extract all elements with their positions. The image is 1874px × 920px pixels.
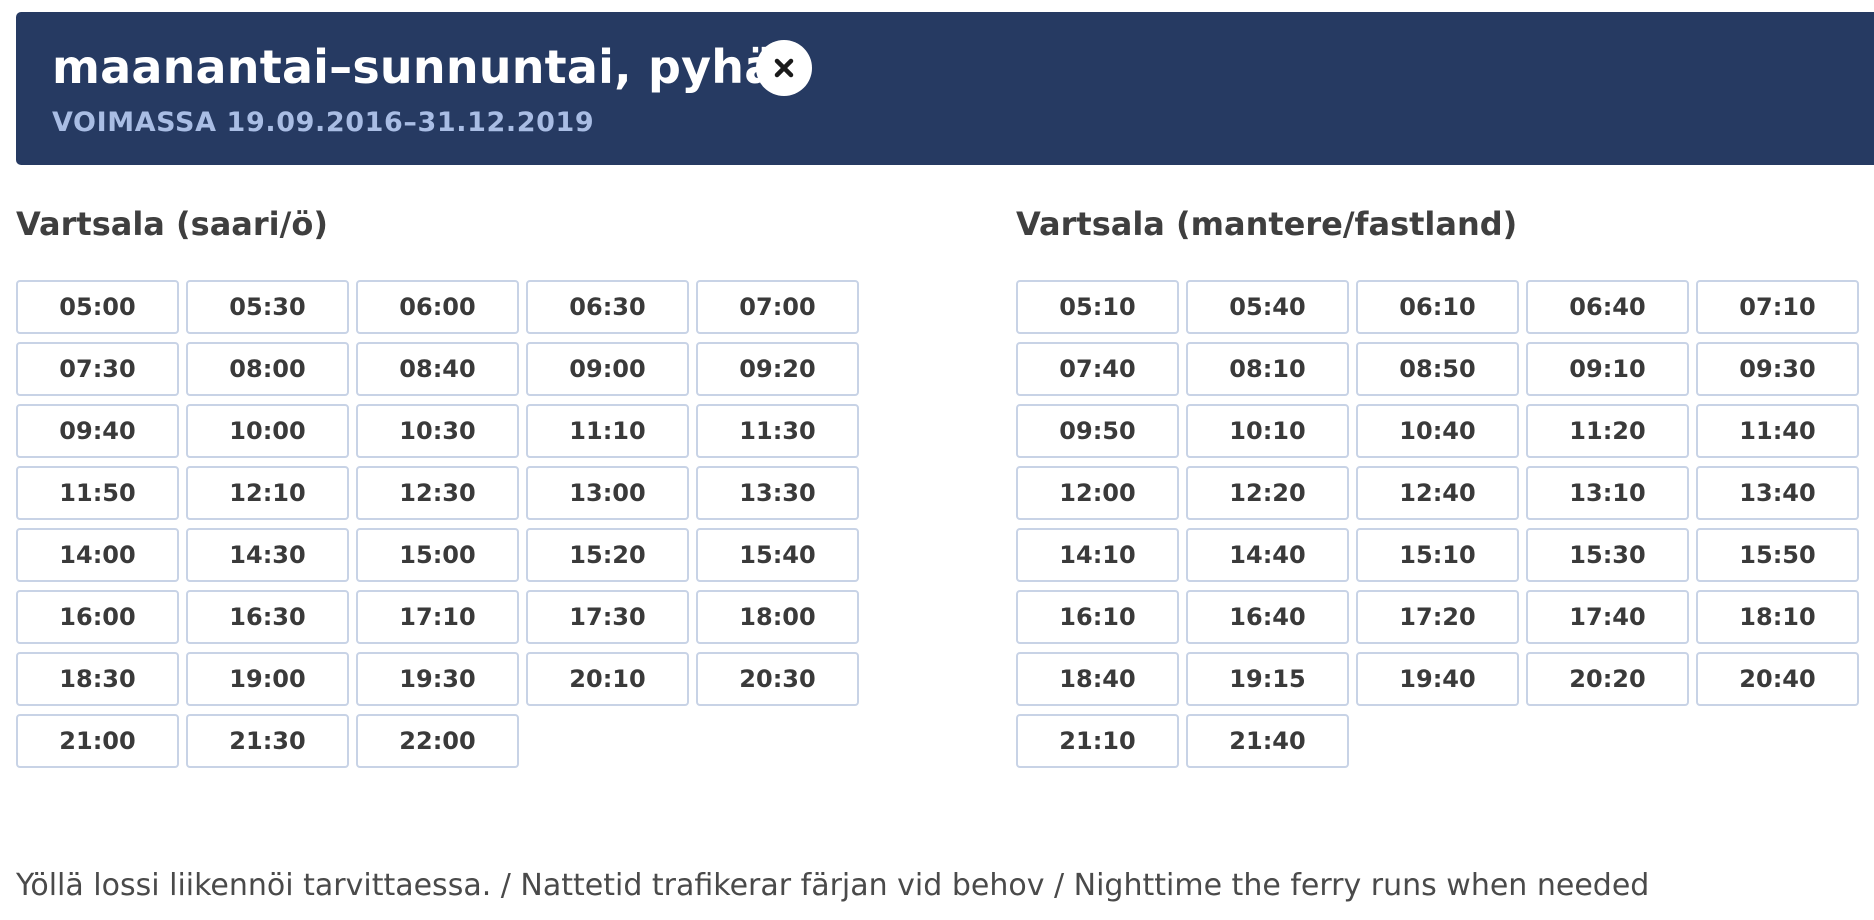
departure-time-button[interactable]: 05:00 [16,280,179,334]
departure-time-button[interactable]: 09:40 [16,404,179,458]
departure-time-button[interactable]: 18:40 [1016,652,1179,706]
departure-time-button[interactable]: 06:10 [1356,280,1519,334]
departure-time-button[interactable]: 12:00 [1016,466,1179,520]
departure-time-button[interactable]: 11:50 [16,466,179,520]
departure-time-button[interactable]: 06:40 [1526,280,1689,334]
departure-time-button[interactable]: 05:40 [1186,280,1349,334]
departure-time-button[interactable]: 21:10 [1016,714,1179,768]
departure-time-button[interactable]: 09:50 [1016,404,1179,458]
departure-time-button[interactable]: 11:10 [526,404,689,458]
departure-time-button[interactable]: 16:30 [186,590,349,644]
departure-time-button[interactable]: 10:10 [1186,404,1349,458]
departure-time-button[interactable]: 18:00 [696,590,859,644]
departure-time-button[interactable]: 13:10 [1526,466,1689,520]
departure-grid-island: 05:00 05:30 06:00 06:30 07:00 07:30 08:00 08:40… [16,280,859,768]
departure-grid-mainland: 05:10 05:40 06:10 06:40 07:10 07:40 08:10 08:50… [1016,280,1859,768]
departure-time-button[interactable]: 09:20 [696,342,859,396]
departure-time-button[interactable]: 17:40 [1526,590,1689,644]
departure-time-button[interactable]: 07:40 [1016,342,1179,396]
departure-time-button[interactable]: 10:00 [186,404,349,458]
departure-time-button[interactable]: 14:00 [16,528,179,582]
departure-time-button[interactable]: 16:10 [1016,590,1179,644]
departure-time-button[interactable]: 15:40 [696,528,859,582]
close-button[interactable] [756,40,812,96]
departure-time-button[interactable]: 14:10 [1016,528,1179,582]
schedule-header: maanantai–sunnuntai, pyhät VOIMASSA 19.0… [16,12,1874,165]
departure-time-button[interactable]: 08:10 [1186,342,1349,396]
departure-time-button[interactable]: 07:10 [1696,280,1859,334]
departures-island: Vartsala (saari/ö) 05:00 05:30 06:00 06:30 0… [16,200,859,768]
departure-time-button[interactable]: 08:50 [1356,342,1519,396]
departure-time-button[interactable]: 09:00 [526,342,689,396]
departure-time-button[interactable]: 20:40 [1696,652,1859,706]
departure-time-button[interactable]: 08:40 [356,342,519,396]
departure-time-button[interactable]: 13:40 [1696,466,1859,520]
departure-time-button[interactable]: 13:00 [526,466,689,520]
departure-time-button[interactable]: 21:00 [16,714,179,768]
validity-period: VOIMASSA 19.09.2016–31.12.2019 [52,107,595,138]
departure-time-button[interactable]: 20:10 [526,652,689,706]
departure-time-button[interactable]: 07:30 [16,342,179,396]
departure-time-button[interactable]: 17:10 [356,590,519,644]
column-title-island: Vartsala (saari/ö) [16,205,328,243]
departure-time-button[interactable]: 18:30 [16,652,179,706]
departure-time-button[interactable]: 12:30 [356,466,519,520]
departure-time-button[interactable]: 16:00 [16,590,179,644]
close-icon [774,58,794,78]
departure-time-button[interactable]: 13:30 [696,466,859,520]
departure-time-button[interactable]: 12:40 [1356,466,1519,520]
departure-time-button[interactable]: 09:10 [1526,342,1689,396]
departure-time-button[interactable]: 05:10 [1016,280,1179,334]
departure-time-button[interactable]: 20:20 [1526,652,1689,706]
departure-time-button[interactable]: 17:20 [1356,590,1519,644]
departure-time-button[interactable]: 16:40 [1186,590,1349,644]
departure-time-button[interactable]: 09:30 [1696,342,1859,396]
departure-time-button[interactable]: 11:30 [696,404,859,458]
departure-time-button[interactable]: 15:50 [1696,528,1859,582]
departure-time-button[interactable]: 18:10 [1696,590,1859,644]
departure-time-button[interactable]: 15:30 [1526,528,1689,582]
departure-time-button[interactable]: 15:00 [356,528,519,582]
departure-time-button[interactable]: 07:00 [696,280,859,334]
departure-time-button[interactable]: 19:40 [1356,652,1519,706]
departure-time-button[interactable]: 12:20 [1186,466,1349,520]
departure-time-button[interactable]: 10:40 [1356,404,1519,458]
departure-time-button[interactable]: 10:30 [356,404,519,458]
departure-time-button[interactable]: 19:15 [1186,652,1349,706]
departure-time-button[interactable]: 22:00 [356,714,519,768]
departure-time-button[interactable]: 14:30 [186,528,349,582]
departure-time-button[interactable]: 15:10 [1356,528,1519,582]
night-service-note: Yöllä lossi liikennöi tarvittaessa. / Na… [16,868,1650,903]
departure-time-button[interactable]: 15:20 [526,528,689,582]
departure-time-button[interactable]: 14:40 [1186,528,1349,582]
departure-time-button[interactable]: 21:40 [1186,714,1349,768]
departures-mainland: Vartsala (mantere/fastland) 05:10 05:40 06… [1016,200,1859,768]
departure-time-button[interactable]: 20:30 [696,652,859,706]
departure-time-button[interactable]: 08:00 [186,342,349,396]
departure-time-button[interactable]: 21:30 [186,714,349,768]
departure-time-button[interactable]: 17:30 [526,590,689,644]
departure-time-button[interactable]: 11:20 [1526,404,1689,458]
departure-time-button[interactable]: 11:40 [1696,404,1859,458]
departure-time-button[interactable]: 19:30 [356,652,519,706]
column-title-mainland: Vartsala (mantere/fastland) [1016,205,1518,243]
departure-time-button[interactable]: 06:30 [526,280,689,334]
departure-time-button[interactable]: 19:00 [186,652,349,706]
schedule-title: maanantai–sunnuntai, pyhät [52,40,798,94]
departure-time-button[interactable]: 05:30 [186,280,349,334]
departure-time-button[interactable]: 06:00 [356,280,519,334]
departure-time-button[interactable]: 12:10 [186,466,349,520]
